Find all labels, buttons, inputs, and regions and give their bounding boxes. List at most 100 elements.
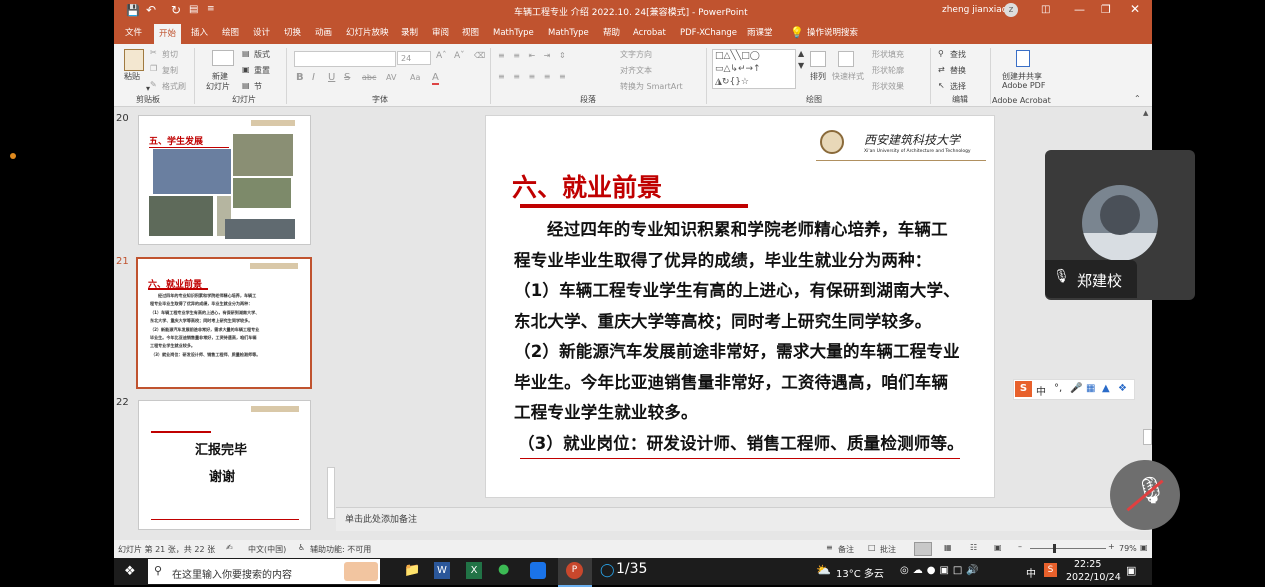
tab-draw[interactable]: 绘图 xyxy=(219,22,242,44)
bold-button[interactable]: B xyxy=(296,72,304,83)
replace-button[interactable]: 替换 xyxy=(950,65,966,76)
excel-icon[interactable]: X xyxy=(466,562,482,579)
weather-text[interactable]: 13°C 多云 xyxy=(836,565,884,580)
ime-indicator[interactable]: 中 xyxy=(1026,565,1036,580)
ime-skin-icon[interactable]: ▲ xyxy=(1102,383,1110,394)
list-buttons[interactable]: ≡ ≡ ⇤ ⇥ ⇕ xyxy=(498,51,569,60)
slideshow-button[interactable]: ▣ xyxy=(994,543,1002,552)
select-button[interactable]: 选择 xyxy=(950,81,966,92)
editor-scroll-thumb[interactable] xyxy=(1143,429,1152,445)
thumbnail-slide-22[interactable]: 汇报完毕 谢谢 xyxy=(138,400,311,530)
thumbnail-scroll-thumb[interactable] xyxy=(327,467,335,519)
shapes-gallery[interactable]: □△╲╲□◯ ▭△↳↵→↑ ◮↻{}☆ xyxy=(712,49,796,89)
ime-voice-icon[interactable]: 🎤 xyxy=(1070,383,1082,394)
close-icon[interactable]: ✕ xyxy=(1130,2,1140,16)
sogou-logo[interactable]: S xyxy=(1015,381,1032,397)
edge-icon[interactable]: ◯ xyxy=(600,563,615,578)
layout-button[interactable]: 版式 xyxy=(254,49,270,60)
minimize-icon[interactable]: — xyxy=(1074,3,1085,16)
wechat-icon[interactable]: ● xyxy=(498,562,509,577)
file-explorer-icon[interactable]: 📁 xyxy=(404,563,420,578)
pdf-icon[interactable] xyxy=(1016,50,1030,67)
tab-mathtype-2[interactable]: MathType xyxy=(545,22,592,44)
windows-start-icon[interactable]: ❖ xyxy=(124,564,136,579)
font-name-box[interactable] xyxy=(294,51,396,67)
slide-sorter-button[interactable]: ▦ xyxy=(944,543,952,552)
taskbar-search-box[interactable]: ⚲ 在这里输入你要搜索的内容 xyxy=(148,559,380,584)
reset-button[interactable]: 重置 xyxy=(254,65,270,76)
strikethrough-button[interactable]: abc xyxy=(362,73,376,82)
ime-toolbar[interactable]: S 中 °, 🎤 ▦ ▲ ❖ xyxy=(1013,379,1135,400)
zoom-in-button[interactable]: + xyxy=(1108,542,1115,551)
mute-toggle-button[interactable]: 🎙 xyxy=(1110,460,1180,530)
ime-mode[interactable]: 中 xyxy=(1036,383,1046,398)
notes-button[interactable]: 备注 xyxy=(838,544,854,555)
save-icon[interactable]: 💾 xyxy=(126,4,140,17)
clock-date[interactable]: 2022/10/24 xyxy=(1066,572,1121,583)
change-case-button[interactable]: Aa xyxy=(410,73,420,82)
thumbnail-scrollbar[interactable] xyxy=(326,109,335,529)
new-slide-button-line2[interactable]: 幻灯片 xyxy=(206,81,230,92)
paste-button[interactable]: 粘贴 xyxy=(124,71,140,82)
tell-me-search[interactable]: 操作说明搜索 xyxy=(804,22,861,44)
language[interactable]: 中文(中国) xyxy=(248,544,286,555)
redo-icon[interactable]: ↻ xyxy=(171,3,181,17)
present-icon[interactable]: ▤ xyxy=(189,4,198,15)
tab-acrobat[interactable]: Acrobat xyxy=(630,22,669,44)
paste-icon[interactable] xyxy=(124,49,144,71)
tab-pdf-xchange[interactable]: PDF-XChange xyxy=(677,22,740,44)
ribbon-display-icon[interactable]: ◫ xyxy=(1041,4,1050,15)
zoom-slider[interactable] xyxy=(1030,548,1106,549)
tab-file[interactable]: 文件 xyxy=(122,22,145,44)
video-tile[interactable]: 🎙 郑建校 xyxy=(1045,150,1195,300)
user-name[interactable]: zheng jianxiao xyxy=(942,5,1007,15)
search-input[interactable]: 在这里输入你要搜索的内容 xyxy=(172,566,292,581)
accessibility-status[interactable]: 辅助功能: 不可用 xyxy=(310,544,371,555)
format-painter-button[interactable]: 格式刷 xyxy=(162,81,186,92)
char-spacing-button[interactable]: AV xyxy=(386,73,396,82)
tab-view[interactable]: 视图 xyxy=(459,22,482,44)
zoom-out-button[interactable]: – xyxy=(1018,542,1022,551)
avatar[interactable]: z xyxy=(1004,3,1018,17)
arrange-button[interactable]: 排列 xyxy=(810,71,826,82)
ime-toolbox-icon[interactable]: ❖ xyxy=(1118,383,1127,394)
notes-pane[interactable]: 单击此处添加备注 xyxy=(336,507,1152,531)
reading-view-button[interactable]: ☷ xyxy=(970,543,977,552)
tab-home[interactable]: 开始 xyxy=(154,24,182,44)
new-slide-icon[interactable] xyxy=(212,50,234,66)
ime-punctuation[interactable]: °, xyxy=(1054,383,1062,394)
notes-placeholder[interactable]: 单击此处添加备注 xyxy=(345,512,417,525)
undo-icon[interactable]: ↶ xyxy=(146,3,156,17)
align-text-button[interactable]: 对齐文本 xyxy=(620,65,652,76)
tab-record[interactable]: 录制 xyxy=(398,22,421,44)
tab-review[interactable]: 审阅 xyxy=(429,22,452,44)
tab-insert[interactable]: 插入 xyxy=(188,22,211,44)
fit-to-window-icon[interactable]: ▣ xyxy=(1140,543,1148,552)
tab-transitions[interactable]: 切换 xyxy=(281,22,304,44)
customize-qat-icon[interactable]: ≡ xyxy=(207,4,215,14)
align-buttons[interactable]: ≡ ≡ ≡ ≡ ≡ xyxy=(498,72,569,81)
shape-outline-button[interactable]: 形状轮廓 xyxy=(872,65,904,76)
collapse-ribbon-icon[interactable]: ⌃ xyxy=(1134,94,1141,103)
underline-button[interactable]: U xyxy=(328,72,335,83)
sogou-tray-icon[interactable]: S xyxy=(1044,563,1057,577)
font-color-button[interactable]: A xyxy=(432,72,439,85)
quick-styles-button[interactable]: 快速样式 xyxy=(832,71,864,82)
tab-slideshow[interactable]: 幻灯片放映 xyxy=(343,22,392,44)
shape-fill-button[interactable]: 形状填充 xyxy=(872,49,904,60)
find-button[interactable]: 查找 xyxy=(950,49,966,60)
spellcheck-icon[interactable]: ✍ xyxy=(226,543,233,552)
system-tray-icons[interactable]: ◎☁●▣□🔊 xyxy=(900,565,983,576)
current-slide[interactable]: 西安建筑科技大学 Xi'an University of Architectur… xyxy=(485,115,995,498)
notification-icon[interactable]: ▣ xyxy=(1126,564,1136,577)
copy-button[interactable]: 复制 xyxy=(162,65,178,76)
tab-design[interactable]: 设计 xyxy=(250,22,273,44)
tab-animations[interactable]: 动画 xyxy=(312,22,335,44)
word-icon[interactable]: W xyxy=(434,562,450,579)
powerpoint-taskbar-button[interactable]: P xyxy=(558,558,592,587)
text-direction-button[interactable]: 文字方向 xyxy=(620,49,652,60)
cut-button[interactable]: 剪切 xyxy=(162,49,178,60)
quick-styles-icon[interactable] xyxy=(838,51,854,67)
clear-format-icon[interactable]: ⌫ xyxy=(474,51,485,60)
font-size-box[interactable]: 24 xyxy=(397,51,431,65)
